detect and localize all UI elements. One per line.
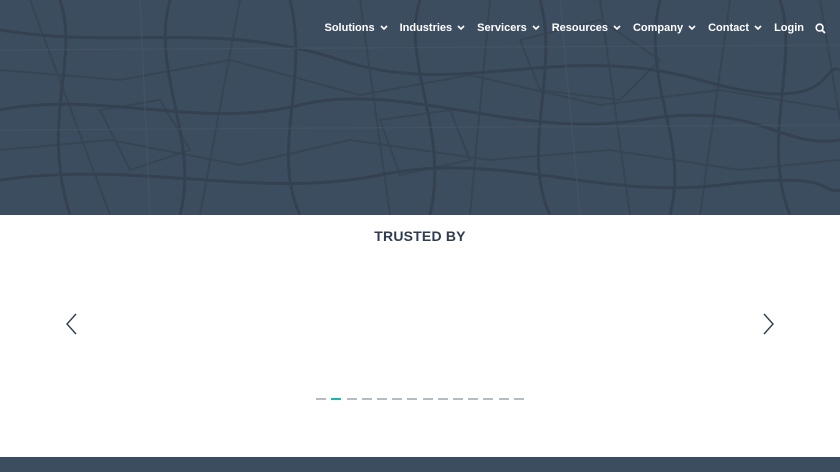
carousel-prev-button[interactable] <box>64 312 80 336</box>
nav-item-label: Industries <box>399 22 453 34</box>
carousel-dot-14[interactable] <box>513 398 524 400</box>
chevron-right-icon <box>760 312 776 336</box>
nav-item-solutions[interactable]: Solutions <box>324 22 388 34</box>
chevron-left-icon <box>64 312 80 336</box>
carousel-pagination <box>0 398 840 400</box>
main-navigation: Solutions Industries Servicers Resources… <box>312 0 840 56</box>
chevron-down-icon <box>613 25 621 31</box>
carousel-dot-8[interactable] <box>422 398 433 400</box>
carousel-next-button[interactable] <box>760 312 776 336</box>
nav-item-industries[interactable]: Industries <box>400 22 466 34</box>
carousel-dot-3[interactable] <box>346 398 357 400</box>
nav-item-label: Resources <box>551 22 608 34</box>
chevron-down-icon <box>457 25 465 31</box>
nav-item-company[interactable]: Company <box>633 22 696 34</box>
carousel-dot-1[interactable] <box>316 398 327 400</box>
nav-item-label: Servicers <box>477 22 527 34</box>
nav-item-label: Contact <box>708 22 750 34</box>
carousel-dot-13[interactable] <box>498 398 509 400</box>
trusted-by-heading: TRUSTED BY <box>374 228 466 244</box>
carousel-dot-2[interactable] <box>331 398 342 400</box>
nav-item-label: Solutions <box>324 22 375 34</box>
footer-bar <box>0 457 840 472</box>
nav-item-label: Company <box>632 22 684 34</box>
carousel-dot-5[interactable] <box>377 398 388 400</box>
login-link[interactable]: Login <box>774 22 804 34</box>
search-icon[interactable] <box>815 22 826 34</box>
carousel-dot-12[interactable] <box>483 398 494 400</box>
nav-item-servicers[interactable]: Servicers <box>477 22 540 34</box>
carousel-dot-7[interactable] <box>407 398 418 400</box>
chevron-down-icon <box>380 25 388 31</box>
carousel-dot-10[interactable] <box>452 398 463 400</box>
nav-item-contact[interactable]: Contact <box>708 22 762 34</box>
nav-item-resources[interactable]: Resources <box>552 22 621 34</box>
carousel-dot-9[interactable] <box>437 398 448 400</box>
carousel-dot-6[interactable] <box>392 398 403 400</box>
chevron-down-icon <box>532 25 540 31</box>
hero-banner: Solutions Industries Servicers Resources… <box>0 0 840 215</box>
chevron-down-icon <box>688 25 696 31</box>
chevron-down-icon <box>754 25 762 31</box>
carousel-dot-11[interactable] <box>468 398 479 400</box>
carousel-dot-4[interactable] <box>361 398 372 400</box>
